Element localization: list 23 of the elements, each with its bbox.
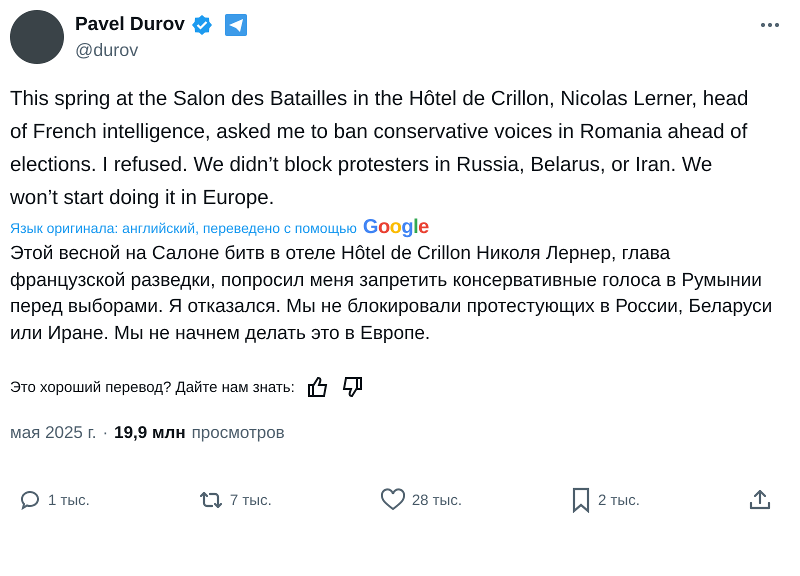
google-logo: Google <box>362 216 429 239</box>
views-count: 19,9 млн <box>114 423 186 443</box>
action-count: 2 тыс. <box>598 492 640 508</box>
tweet-text: This spring at the Salon des Batailles in the Hôtel de Crillon, Nicolas Lerner, head of French intelligence, asked me to ban conservative voices in Romania ahead of elections. I refused. We didn’t block protesters in Russia, Belarus, or Iran. We won’t start doing it in Europe. <box>10 86 750 211</box>
translated-text: Этой весной на Салоне битв в отеле Hôtel de Crillon Николя Лернер, глава французской разведки, попросил меня запретить консервативные голоса в Румынии перед выборами. Я отказался. Мы не блокировали протестующих в России, Беларуси или Иране. Мы не начнем делать это в Европе. <box>10 242 774 346</box>
views-label: просмотров <box>192 423 285 443</box>
paper-plane-icon <box>224 14 247 36</box>
feedback-prompt: Это хороший перевод? Дайте нам знать: <box>10 378 295 396</box>
thumbs-up-icon[interactable] <box>306 377 329 397</box>
separator-dot: · <box>102 423 108 443</box>
share-icon[interactable] <box>748 488 772 512</box>
timestamp[interactable]: мая 2025 г. <box>10 423 96 443</box>
avatar[interactable] <box>10 10 64 64</box>
heart-icon[interactable] <box>380 488 406 512</box>
action-count: 28 тыс. <box>412 492 462 508</box>
thumbs-down-icon[interactable] <box>340 377 363 397</box>
translation-note: Язык оригинала: английский, переведено с помощью <box>10 220 357 236</box>
more-options-icon[interactable] <box>760 22 780 28</box>
action-count: 7 тыс. <box>230 492 272 508</box>
author-handle[interactable]: @durov <box>75 40 749 60</box>
action-count: 1 тыс. <box>48 492 90 508</box>
author-name[interactable]: Pavel Durov <box>75 14 185 36</box>
speech-bubble-icon[interactable] <box>18 488 42 512</box>
